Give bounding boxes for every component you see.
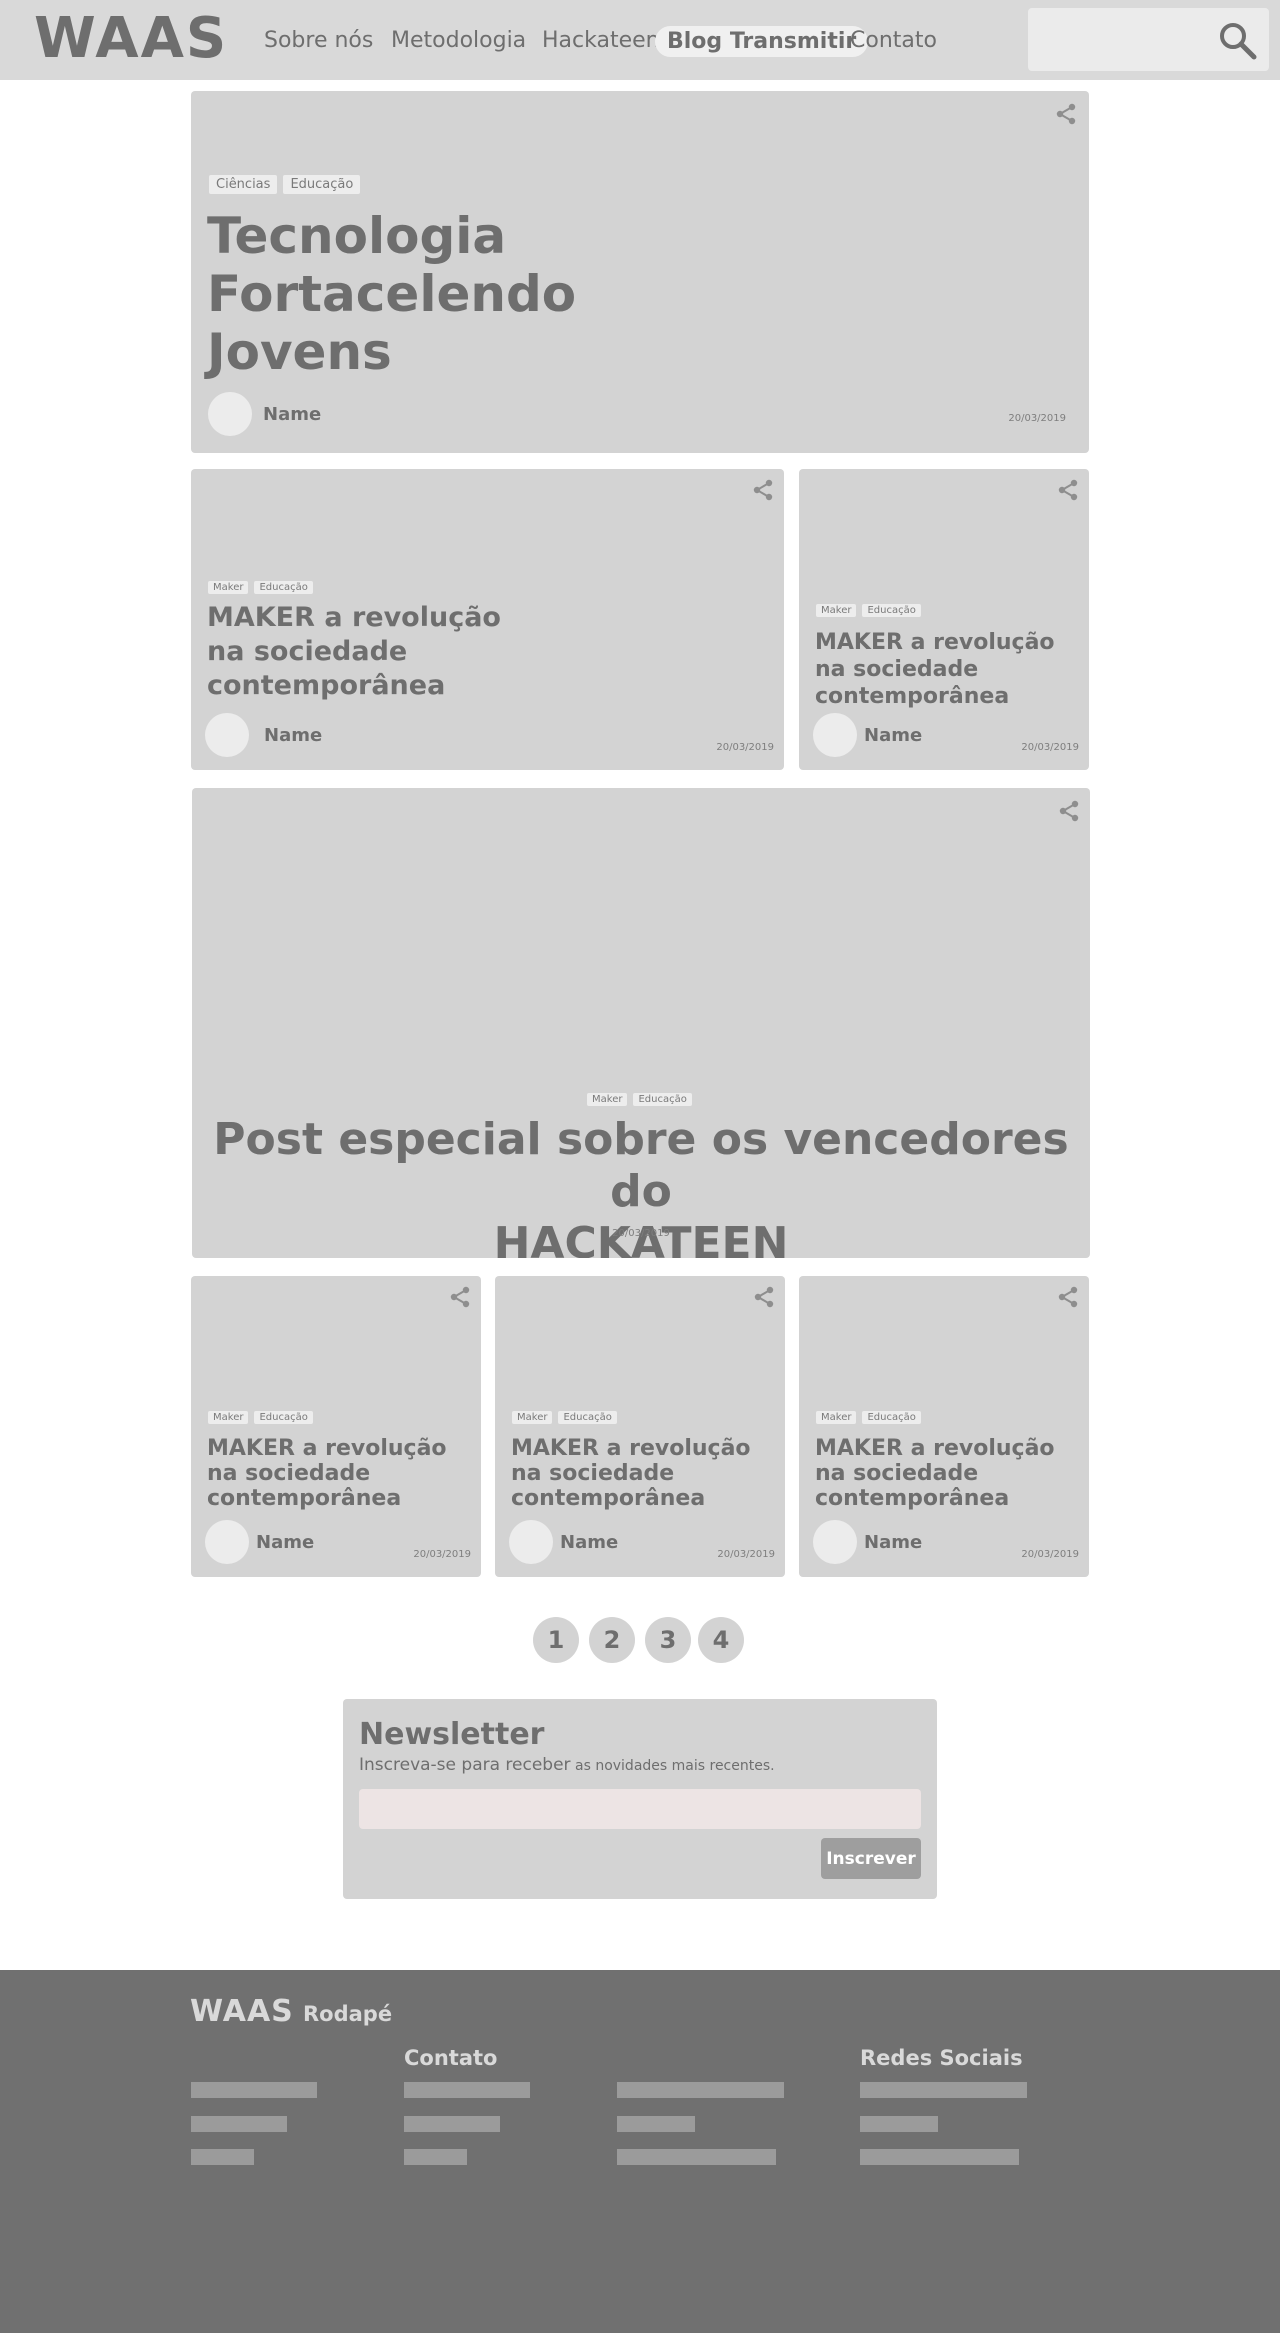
footer-link-placeholder[interactable] <box>617 2116 695 2132</box>
share-icon[interactable] <box>753 1286 775 1308</box>
post-date: 20/03/2019 <box>717 1549 775 1560</box>
share-icon[interactable] <box>752 479 774 501</box>
subscribe-button[interactable]: Inscrever <box>821 1838 921 1879</box>
footer-link-placeholder[interactable] <box>404 2149 467 2165</box>
newsletter-box: Newsletter Inscreva-se para receber as n… <box>343 1699 937 1899</box>
page-button-4[interactable]: 4 <box>698 1617 744 1663</box>
avatar <box>813 1520 857 1564</box>
author-name[interactable]: Name <box>864 1532 922 1553</box>
post-title[interactable]: MAKER a revolução na sociedade contempor… <box>207 601 501 703</box>
footer-logo[interactable]: WAAS <box>190 1994 294 2029</box>
post-tags: Maker Educação <box>816 1411 927 1424</box>
tag[interactable]: Maker <box>512 1411 553 1424</box>
nav-contato[interactable]: Contato <box>850 28 937 53</box>
footer-label: Rodapé <box>303 2002 393 2026</box>
nav-blog-transmitir[interactable]: Blog Transmitir <box>655 26 869 57</box>
footer-redes-title: Redes Sociais <box>860 2046 1023 2070</box>
footer-link-placeholder[interactable] <box>617 2149 776 2165</box>
nav-metodologia[interactable]: Metodologia <box>391 28 526 53</box>
post-tags: Maker Educação <box>208 581 319 594</box>
post-tags: Maker Educação <box>208 1411 319 1424</box>
nav-hackateen[interactable]: Hackateen <box>542 28 660 53</box>
avatar <box>813 713 857 757</box>
post-title[interactable]: MAKER a revolução na sociedade contempor… <box>207 1436 447 1511</box>
tag[interactable]: Educação <box>558 1411 617 1424</box>
post-tags: Maker Educação <box>587 1093 698 1106</box>
post-tags: Maker Educação <box>512 1411 623 1424</box>
page-button-1[interactable]: 1 <box>533 1617 579 1663</box>
page-button-2[interactable]: 2 <box>589 1617 635 1663</box>
nav-sobre-nos[interactable]: Sobre nós <box>264 28 373 53</box>
site-footer: WAAS Rodapé Contato Redes Sociais <box>0 1970 1280 2333</box>
post-date: 20/03/2019 <box>716 742 774 753</box>
post-date: 20/03/2019 <box>1021 1549 1079 1560</box>
author-name[interactable]: Name <box>864 725 922 746</box>
post-card[interactable]: Maker Educação MAKER a revolução na soci… <box>799 1276 1089 1577</box>
newsletter-email-input[interactable] <box>359 1789 921 1829</box>
post-title[interactable]: MAKER a revolução na sociedade contempor… <box>815 629 1055 710</box>
tag[interactable]: Educação <box>254 1411 313 1424</box>
search-icon[interactable] <box>1217 20 1257 60</box>
avatar <box>208 392 252 436</box>
post-card[interactable]: Maker Educação MAKER a revolução na soci… <box>191 469 784 770</box>
share-icon[interactable] <box>1055 103 1077 125</box>
share-icon[interactable] <box>1057 1286 1079 1308</box>
newsletter-subtitle: Inscreva-se para receber as novidades ma… <box>359 1755 775 1775</box>
site-logo[interactable]: WAAS <box>34 6 228 71</box>
post-card[interactable]: Maker Educação MAKER a revolução na soci… <box>799 469 1089 770</box>
tag[interactable]: Educação <box>254 581 313 594</box>
post-tags: Maker Educação <box>816 604 927 617</box>
share-icon[interactable] <box>449 1286 471 1308</box>
tag[interactable]: Maker <box>587 1093 628 1106</box>
newsletter-title: Newsletter <box>359 1717 545 1752</box>
footer-link-placeholder[interactable] <box>617 2082 784 2098</box>
special-post-card[interactable]: Maker Educação Post especial sobre os ve… <box>192 788 1090 1258</box>
site-header: WAAS Sobre nós Metodologia Hackateen Blo… <box>0 0 1280 80</box>
author-name[interactable]: Name <box>264 725 322 746</box>
tag[interactable]: Educação <box>283 175 361 194</box>
share-icon[interactable] <box>1058 800 1080 822</box>
footer-link-placeholder[interactable] <box>191 2149 254 2165</box>
footer-contato-title: Contato <box>404 2046 498 2070</box>
tag[interactable]: Educação <box>862 604 921 617</box>
tag[interactable]: Ciências <box>209 175 278 194</box>
post-date: 20/03/2019 <box>413 1549 471 1560</box>
tag[interactable]: Maker <box>816 1411 857 1424</box>
post-card[interactable]: Maker Educação MAKER a revolução na soci… <box>191 1276 481 1577</box>
post-date: 20/03/2019 <box>1021 742 1079 753</box>
search-box[interactable] <box>1028 8 1269 71</box>
tag[interactable]: Maker <box>208 581 249 594</box>
author-name[interactable]: Name <box>256 1532 314 1553</box>
post-date: 20/03/2019 <box>1008 413 1066 424</box>
tag[interactable]: Educação <box>862 1411 921 1424</box>
footer-link-placeholder[interactable] <box>404 2082 530 2098</box>
avatar <box>205 1520 249 1564</box>
tag[interactable]: Educação <box>633 1093 692 1106</box>
post-title[interactable]: MAKER a revolução na sociedade contempor… <box>511 1436 751 1511</box>
avatar <box>205 713 249 757</box>
post-card[interactable]: Maker Educação MAKER a revolução na soci… <box>495 1276 785 1577</box>
footer-link-placeholder[interactable] <box>860 2149 1019 2165</box>
post-title[interactable]: MAKER a revolução na sociedade contempor… <box>815 1436 1055 1511</box>
tag[interactable]: Maker <box>208 1411 249 1424</box>
footer-link-placeholder[interactable] <box>191 2116 287 2132</box>
footer-link-placeholder[interactable] <box>404 2116 500 2132</box>
footer-link-placeholder[interactable] <box>191 2082 317 2098</box>
tag[interactable]: Maker <box>816 604 857 617</box>
post-tags: Ciências Educação <box>209 175 366 194</box>
footer-link-placeholder[interactable] <box>860 2082 1027 2098</box>
share-icon[interactable] <box>1057 479 1079 501</box>
featured-post-card[interactable]: Ciências Educação Tecnologia Fortacelend… <box>191 91 1089 453</box>
author-name[interactable]: Name <box>263 404 321 425</box>
post-title[interactable]: Tecnologia Fortacelendo Jovens <box>207 207 576 381</box>
page-button-3[interactable]: 3 <box>645 1617 691 1663</box>
post-date: 20/03/2019 <box>612 1228 670 1239</box>
avatar <box>509 1520 553 1564</box>
footer-link-placeholder[interactable] <box>860 2116 938 2132</box>
author-name[interactable]: Name <box>560 1532 618 1553</box>
